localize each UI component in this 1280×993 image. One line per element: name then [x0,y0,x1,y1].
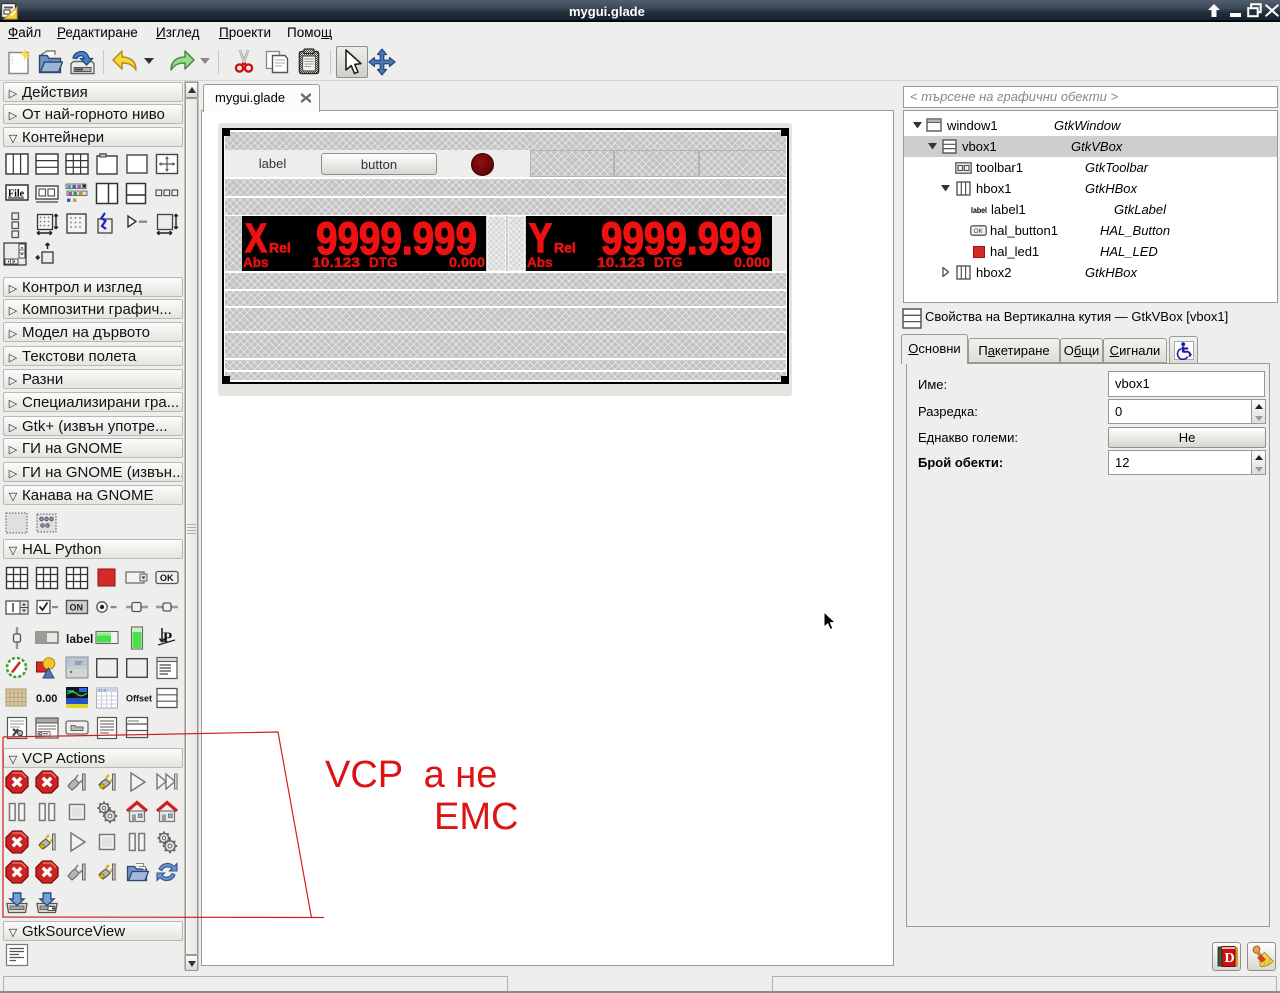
svg-text:10.123: 10.123 [597,255,646,270]
svg-text:Rel: Rel [554,239,576,255]
svg-text:17.3: 17.3 [98,688,107,693]
svg-text:0.000: 0.000 [734,255,770,270]
svg-text:Abs: Abs [527,255,553,270]
svg-text:DTG: DTG [654,255,683,270]
svg-text:OK: OK [160,573,174,583]
svg-text:ON: ON [70,603,84,613]
svg-text:Offset: Offset [126,694,152,704]
svg-text:0.00: 0.00 [36,693,57,705]
svg-text:label: label [66,632,93,646]
svg-text:10.123: 10.123 [312,255,361,270]
svg-text:DTG: DTG [369,255,398,270]
svg-text:label: label [971,206,987,215]
svg-text:Abs: Abs [243,255,269,270]
svg-text:Rel: Rel [269,239,291,255]
svg-text:D: D [1225,951,1235,966]
svg-text:OK: OK [974,228,984,235]
svg-text:File: File [8,189,25,200]
svg-text:0.000: 0.000 [449,255,485,270]
